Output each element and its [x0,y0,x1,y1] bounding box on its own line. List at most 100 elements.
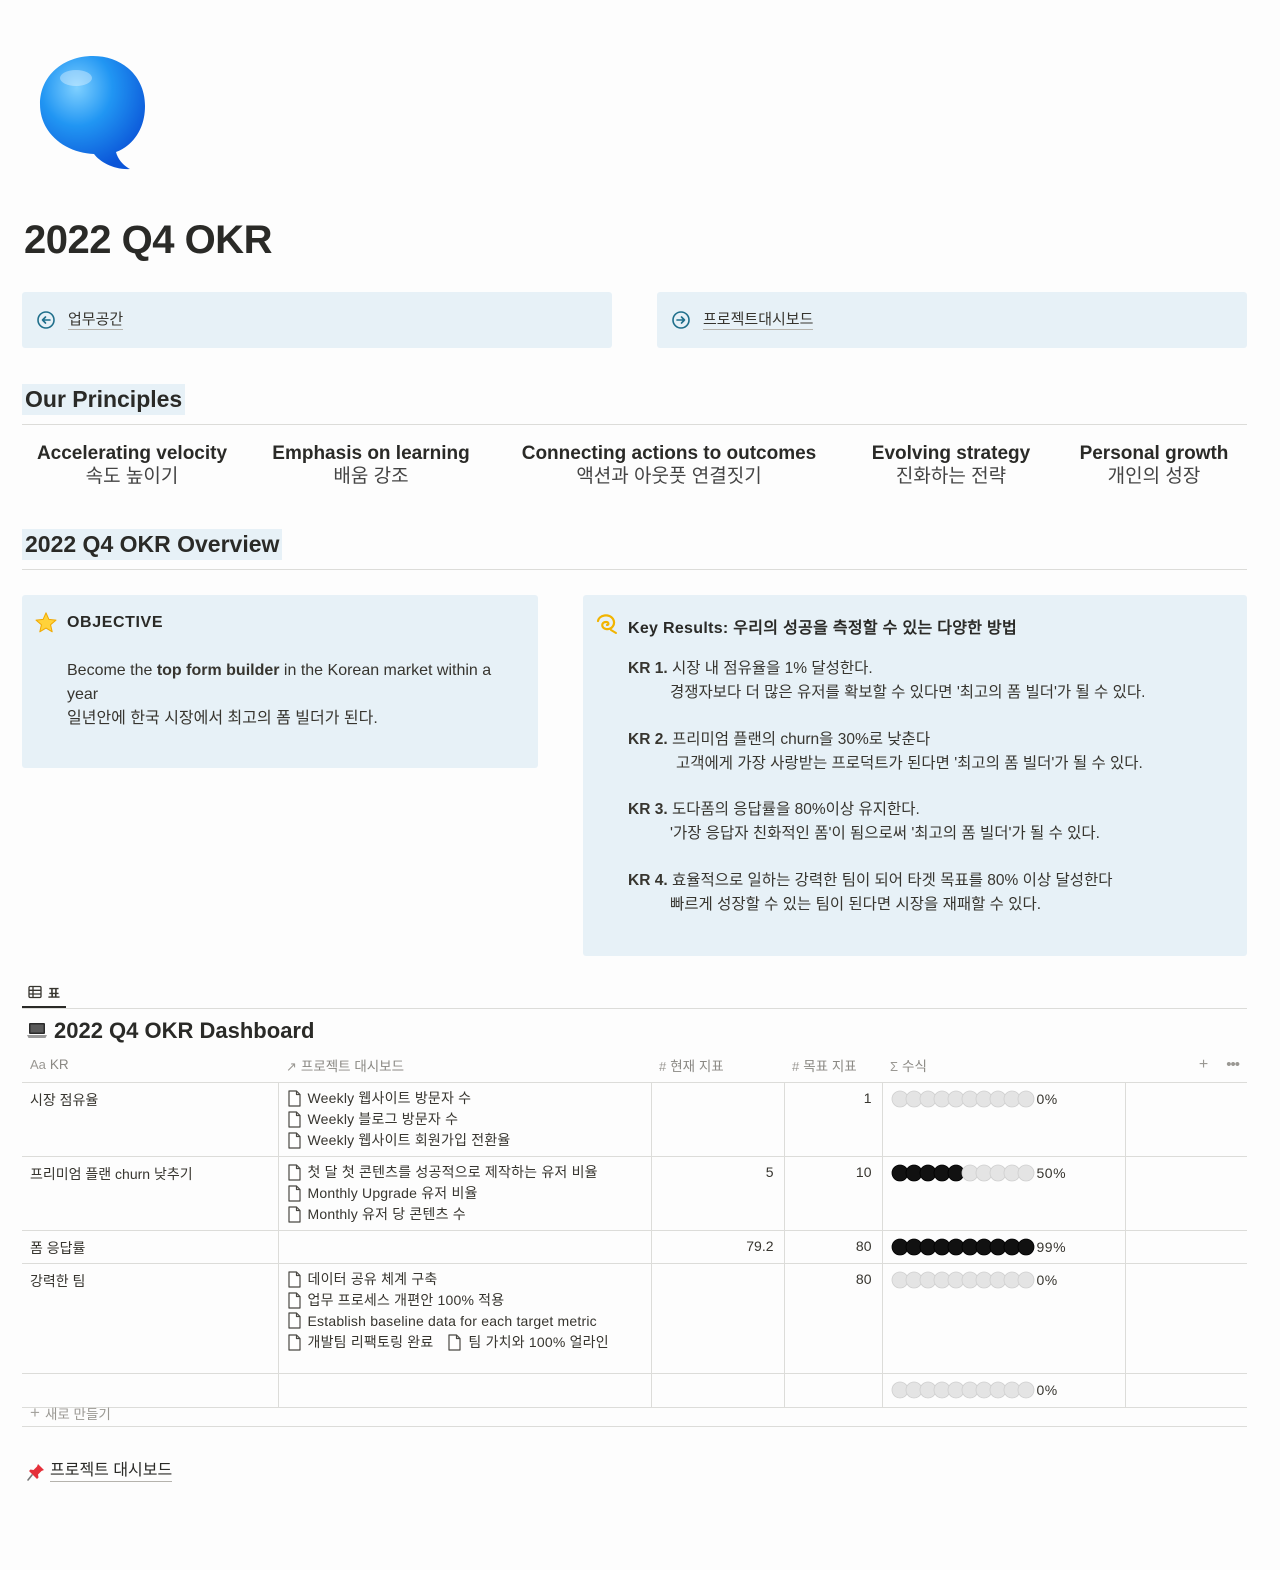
progress-dot-filled [1017,1238,1034,1255]
progress-dot-empty [919,1271,936,1288]
progress-dot-filled [947,1164,964,1181]
text-property-icon: Aa [30,1057,46,1073]
project-page-link[interactable]: Weekly 웹사이트 회원가입 전환율 [287,1130,643,1151]
current-metric-cell[interactable] [651,1262,785,1374]
kr-cell[interactable]: 강력한 팀 [22,1262,279,1374]
project-page-link[interactable]: Weekly 블로그 방문자 수 [287,1109,643,1130]
kr-cell[interactable]: 프리미엄 플랜 churn 낮추기 [22,1155,279,1231]
empty-cell [1125,1155,1247,1231]
project-page-link[interactable]: 개발팀 리팩토링 완료 [287,1332,434,1353]
progress-dot-filled [919,1164,936,1181]
progress-dot-empty [891,1381,908,1398]
table-row[interactable]: 0% [22,1372,1247,1408]
new-row-label: 새로 만들기 [44,1407,111,1422]
target-metric-cell[interactable]: 80 [784,1229,883,1264]
empty-cell [1125,1372,1247,1408]
back-link-label[interactable]: 업무공간 [68,310,124,330]
kr-cell[interactable] [22,1372,279,1408]
kr-label: KR 3. [628,801,668,818]
column-header-current[interactable]: # 현재 지표 [651,1048,784,1083]
target-metric-cell[interactable] [784,1372,883,1408]
project-page-link[interactable]: Establish baseline data for each target … [287,1311,643,1332]
divider [22,1008,1247,1009]
project-cell[interactable] [278,1229,652,1264]
column-header-label: 프로젝트 대시보드 [300,1058,405,1074]
database-title-label: 2022 Q4 OKR Dashboard [54,1018,315,1043]
column-header-project[interactable]: ↗ 프로젝트 대시보드 [278,1048,651,1083]
formula-cell[interactable]: 50% [882,1155,1126,1231]
kr-cell[interactable]: 시장 점유율 [22,1081,279,1157]
project-page-link[interactable]: 데이터 공유 체계 구축 [287,1269,643,1290]
database-title[interactable]: 2022 Q4 OKR Dashboard [26,1018,314,1044]
progress-dot-empty [975,1090,992,1107]
current-metric-cell[interactable]: 79.2 [651,1229,785,1264]
table-row[interactable]: 프리미엄 플랜 churn 낮추기 첫 달 첫 콘텐츠를 성공적으로 제작하는 유… [22,1155,1247,1231]
table-row[interactable]: 폼 응답률 79.2 80 99% [22,1229,1247,1264]
formula-cell[interactable]: 0% [882,1372,1126,1408]
progress-dot-filled [947,1238,964,1255]
speech-bubble-icon[interactable] [38,54,148,172]
table-row[interactable]: 시장 점유율 Weekly 웹사이트 방문자 수 Weekly 블로그 방문자 수W… [22,1081,1247,1157]
formula-cell[interactable]: 0% [882,1262,1126,1374]
target-metric-cell[interactable]: 1 [784,1081,883,1157]
project-page-link[interactable]: Monthly 유저 당 콘텐츠 수 [287,1204,643,1225]
back-link-callout[interactable]: 업무공간 [22,292,612,348]
project-cell[interactable]: 데이터 공유 체계 구축 업무 프로세스 개편안 100% 적용 Establish… [278,1262,652,1374]
formula-cell[interactable]: 99% [882,1229,1126,1264]
target-metric-cell[interactable]: 10 [784,1155,883,1231]
table-view-tab[interactable]: 표 [22,978,66,1008]
column-header-kr[interactable]: Aa KR [22,1048,278,1083]
new-row-button[interactable]: + 새로 만들기 [30,1403,111,1423]
project-cell[interactable] [278,1372,652,1408]
table-row[interactable]: 강력한 팀 데이터 공유 체계 구축 업무 프로세스 개편안 100% 적용 Esta… [22,1262,1247,1374]
project-page-link[interactable]: 첫 달 첫 콘텐츠를 성공적으로 제작하는 유저 비율 [287,1162,643,1183]
progress-dot-empty [1017,1271,1034,1288]
progress-dot-empty [891,1090,908,1107]
principle-en: Accelerating velocity [36,443,228,464]
project-page-link[interactable]: 업무 프로세스 개편안 100% 적용 [287,1290,643,1311]
current-metric-cell[interactable]: 5 [651,1155,785,1231]
footer-page-link[interactable]: 프로젝트 대시보드 [26,1461,173,1482]
objective-title: OBJECTIVE [67,614,164,631]
target-metric-cell[interactable]: 80 [784,1262,883,1374]
project-page-label: 업무 프로세스 개편안 100% 적용 [307,1291,505,1308]
divider [22,569,1247,570]
more-options-icon[interactable]: ••• [1226,1056,1240,1073]
page-icon [287,1184,302,1202]
current-metric-cell[interactable] [651,1081,785,1157]
column-header-target[interactable]: # 목표 지표 [784,1048,882,1083]
forward-link-label[interactable]: 프로젝트대시보드 [703,310,814,330]
kr-cell[interactable]: 폼 응답률 [22,1229,279,1264]
footer-link-label[interactable]: 프로젝트 대시보드 [50,1461,173,1482]
progress-dot-filled [905,1164,922,1181]
project-cell[interactable]: Weekly 웹사이트 방문자 수 Weekly 블로그 방문자 수 Weekly … [278,1081,652,1157]
formula-cell[interactable]: 0% [882,1081,1126,1157]
kr-main: 프리미엄 플랜의 churn을 30%로 낮춘다 [671,731,931,748]
page-icon [447,1333,462,1351]
principles-heading: Our Principles [22,384,186,415]
column-header-formula[interactable]: Σ 수식 [882,1048,1125,1083]
project-page-link[interactable]: Weekly 웹사이트 방문자 수 [287,1088,643,1109]
kr-item: KR 4. 효율적으로 일하는 강력한 팀이 되어 타겟 목표를 80% 이상 … [628,869,1112,916]
progress-bar: 99% [891,1237,1117,1257]
current-metric-cell[interactable] [651,1372,785,1408]
progress-dot-empty [975,1381,992,1398]
project-page-link[interactable]: Monthly Upgrade 유저 비율 [287,1183,643,1204]
add-property-icon[interactable]: + [1199,1056,1208,1073]
progress-dot-filled [933,1164,950,1181]
project-page-label: Weekly 웹사이트 방문자 수 [307,1089,472,1106]
arrow-left-circle-icon [36,310,56,330]
progress-dot-empty [1003,1381,1020,1398]
project-cell[interactable]: 첫 달 첫 콘텐츠를 성공적으로 제작하는 유저 비율 Monthly Upgra… [278,1155,652,1231]
column-header-label: KR [49,1057,69,1073]
inline-page-links: 개발팀 리팩토링 완료 팀 가치와 100% 얼라인 [287,1332,643,1353]
column-header-label: 현재 지표 [670,1058,724,1074]
divider [22,424,1247,425]
principle-item: Connecting actions to outcomes 액션과 아웃풋 연… [506,442,832,488]
progress-dot-empty [1003,1164,1020,1181]
project-page-label: Weekly 블로그 방문자 수 [307,1110,459,1127]
kr-sub: 경쟁자보다 더 많은 유저를 확보할 수 있다면 '최고의 폼 빌더'가 될 수… [670,683,1146,701]
forward-link-callout[interactable]: 프로젝트대시보드 [657,292,1247,348]
project-page-link[interactable]: 팀 가치와 100% 얼라인 [447,1332,609,1353]
page-icon [287,1110,302,1128]
